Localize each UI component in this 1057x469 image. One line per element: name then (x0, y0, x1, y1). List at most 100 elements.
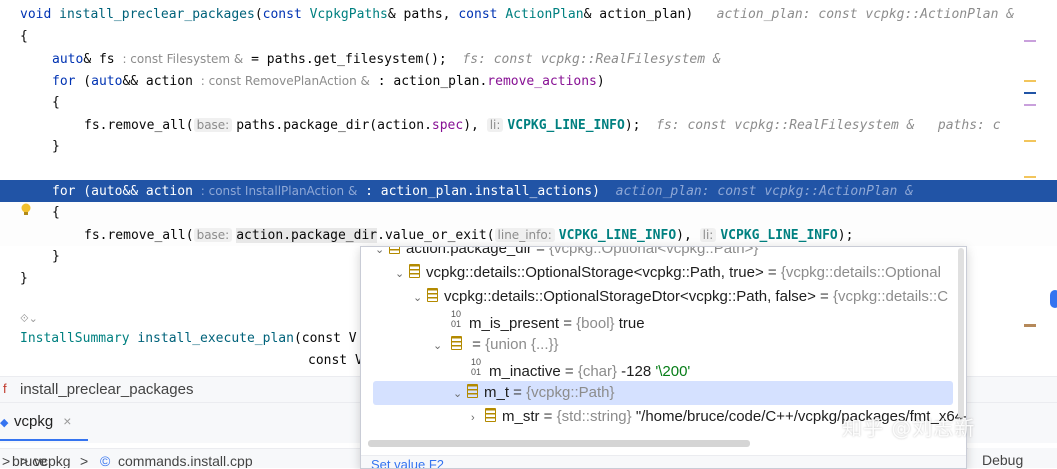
error-stripe-mark[interactable] (1024, 140, 1036, 142)
keyword: for (52, 184, 76, 199)
popup-horizontal-scrollbar[interactable] (368, 440, 750, 447)
code-line-12: } (20, 271, 28, 286)
set-value-link[interactable]: Set value F2 (371, 457, 444, 468)
chevron-down-icon[interactable]: ⌄ (395, 262, 409, 286)
var-type: {std::string} (556, 408, 632, 425)
var-value: true (614, 315, 645, 332)
keyword: auto (91, 184, 123, 199)
equals: = (763, 264, 781, 281)
inline-debug-value: action_plan: const vcpkg::ActionPlan & (716, 7, 1015, 22)
error-stripe-mark[interactable] (1024, 176, 1036, 178)
macro-name: VCPKG_LINE_INFO (720, 228, 838, 243)
primitive-icon: 10 01 (451, 309, 462, 329)
equals: = (560, 363, 578, 380)
debug-tool-button[interactable]: Debug (968, 448, 1057, 468)
field-name: spec (431, 118, 464, 133)
error-stripe-mark[interactable] (1024, 92, 1036, 94)
evaluated-expression[interactable]: action.package_dir (236, 228, 378, 243)
var-type: {char} (577, 363, 618, 380)
error-stripe-mark[interactable] (1024, 40, 1036, 42)
var-name: m_str (502, 408, 540, 425)
tree-row[interactable]: ⌄ vcpkg::details::OptionalStorageDtor<vcp… (413, 285, 948, 309)
equals: = (468, 336, 486, 353)
equals: = (559, 315, 577, 332)
var-value-literal: '\200' (655, 363, 691, 380)
nav-sep: > (80, 453, 89, 468)
error-stripe-mark[interactable] (1024, 80, 1036, 82)
code-text: : action_plan.install_actions) (357, 184, 600, 199)
fold-icon[interactable]: ⟐⌄ (20, 312, 38, 326)
var-name: action.package_dir (406, 246, 532, 257)
code-text: & fs (83, 52, 123, 67)
keyword: void (20, 7, 52, 22)
var-name: vcpkg::details::OptionalStorage<vcpkg::P… (426, 264, 764, 281)
keyword: auto (52, 52, 84, 67)
primitive-icon: 10 01 (471, 357, 482, 377)
chevron-right-icon[interactable]: › (471, 406, 485, 430)
var-name: m_t (484, 384, 510, 401)
tab-active-indicator (0, 439, 88, 441)
type-hint: : const InstallPlanAction & (200, 184, 358, 198)
chevron-down-icon[interactable]: ⌄ (375, 247, 389, 262)
scrollbar-thumb[interactable] (1050, 290, 1057, 308)
code-text: (const V (293, 331, 357, 346)
function-name: install_preclear_packages (59, 7, 255, 22)
nav-item-vcpkg[interactable]: vcpkg (34, 453, 71, 468)
var-value: -128 (617, 363, 656, 380)
tree-row-selected[interactable]: ⌄ m_t = {vcpkg::Path} (453, 381, 615, 405)
tree-row[interactable]: ⌄ vcpkg::details::OptionalStorage<vcpkg::… (395, 261, 941, 285)
code-text: ); (624, 118, 641, 133)
var-type: {vcpkg::details::Optional (780, 264, 941, 281)
type-name: InstallSummary (20, 331, 130, 346)
chevron-down-icon[interactable]: ⌄ (433, 334, 447, 358)
code-text: ), (463, 118, 479, 133)
equals: = (539, 408, 557, 425)
code-line-14: const V (308, 353, 363, 368)
var-type: {vcpkg::Path} (526, 384, 615, 401)
code-text: ( (254, 7, 263, 22)
tree-row[interactable]: 10 01 m_inactive = {char} -128 '\200' (471, 357, 690, 381)
type-name: ActionPlan (505, 7, 584, 22)
lightbulb-icon[interactable] (20, 203, 32, 217)
equals: = (815, 288, 833, 305)
code-text: fs.remove_all( (84, 228, 194, 243)
param-hint: base: (193, 118, 233, 132)
code-text: paths.package_dir(action. (236, 118, 432, 133)
tree-row[interactable]: ⌄ = {union {...}} (433, 333, 559, 357)
error-stripe-mark[interactable] (1024, 104, 1036, 106)
code-text: ); (837, 228, 854, 243)
param-hint: li: (486, 118, 504, 132)
nav-item-file[interactable]: commands.install.cpp (118, 453, 253, 468)
tree-row[interactable]: 10 01 m_is_present = {bool} true (451, 309, 645, 333)
code-line-13: InstallSummary install_execute_plan(cons… (20, 328, 357, 350)
code-text: & paths, (387, 7, 459, 22)
keyword: const (458, 7, 498, 22)
error-stripe-mark[interactable] (1024, 324, 1036, 327)
field-name: remove_actions (487, 74, 597, 89)
code-text: .value_or_exit( (377, 228, 495, 243)
chevron-down-icon[interactable]: ⌄ (453, 382, 467, 406)
code-text: fs.remove_all( (84, 118, 194, 133)
type-hint: : const Filesystem & (122, 52, 244, 66)
breadcrumb-function[interactable]: install_preclear_packages (20, 381, 193, 398)
keyword: auto (91, 74, 123, 89)
code-line-4: for (auto&& action : const RemovePlanAct… (52, 70, 605, 92)
var-name: m_is_present (469, 315, 560, 332)
inline-debug-value: paths: c (937, 118, 1001, 133)
inline-debug-value: fs: const vcpkg::RealFilesystem & (656, 118, 915, 133)
code-text: && action (122, 74, 201, 89)
object-icon (409, 264, 420, 278)
chevron-down-icon[interactable]: ⌄ (413, 286, 427, 310)
code-text: && action (122, 184, 201, 199)
object-icon (389, 247, 400, 254)
tab-label: vcpkg (14, 413, 54, 430)
var-name: vcpkg::details::OptionalStorageDtor<vcpk… (444, 288, 816, 305)
tree-row[interactable]: ⌄ action.package_dir = {vcpkg::Optional<v… (375, 246, 758, 262)
code-text: ( (75, 74, 92, 89)
code-line-8: for (auto&& action : const InstallPlanAc… (52, 180, 913, 202)
var-type: {bool} (576, 315, 615, 332)
var-type: {vcpkg::details::C (832, 288, 949, 305)
close-icon[interactable]: × (63, 413, 71, 429)
tab-vcpkg[interactable]: ◆ vcpkg × (0, 413, 71, 441)
popup-vertical-scrollbar[interactable] (958, 248, 964, 418)
